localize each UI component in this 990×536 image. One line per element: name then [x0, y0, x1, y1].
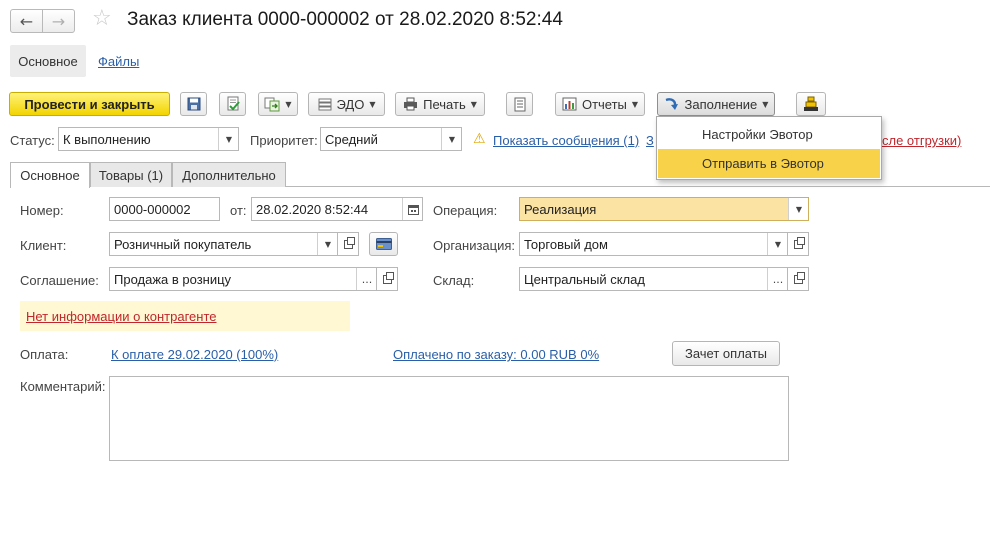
save-icon: [187, 97, 200, 111]
date-input[interactable]: 28.02.2020 8:52:44: [251, 197, 423, 221]
hidden-link-partial[interactable]: З: [646, 133, 654, 148]
edo-label: ЭДО: [336, 96, 365, 112]
warehouse-open-button[interactable]: [787, 267, 809, 291]
fill-dropdown-menu: Настройки Эвотор Отправить в Эвотор: [656, 116, 882, 180]
chevron-down-icon[interactable]: ▼: [788, 198, 808, 220]
edo-button[interactable]: ЭДО ▼: [308, 92, 385, 116]
create-based-on-icon: [264, 97, 280, 112]
fill-label: Заполнение: [684, 96, 758, 112]
organization-value: Торговый дом: [524, 236, 608, 252]
menu-item-evotor-settings[interactable]: Настройки Эвотор: [658, 120, 880, 149]
back-button[interactable]: ←: [10, 9, 43, 33]
agreement-open-button[interactable]: [376, 267, 398, 291]
client-open-button[interactable]: [337, 232, 359, 256]
printer-icon: [404, 97, 418, 111]
agreement-label: Соглашение:: [20, 273, 99, 288]
open-icon: [793, 271, 805, 284]
priority-select[interactable]: Средний ▼: [320, 127, 462, 151]
date-label: от:: [230, 203, 247, 218]
number-value: 0000-000002: [114, 201, 191, 217]
section-main[interactable]: Основное: [10, 45, 86, 77]
priority-label: Приоритет:: [250, 133, 318, 148]
more-dots-icon[interactable]: ...: [356, 268, 376, 290]
tab-additional[interactable]: Дополнительно: [172, 162, 286, 187]
show-messages-link[interactable]: Показать сообщения (1): [493, 133, 639, 148]
organization-open-button[interactable]: [787, 232, 809, 256]
chevron-down-icon: ▼: [369, 99, 376, 109]
agreement-value: Продажа в розницу: [114, 271, 232, 287]
report-chart-icon: [562, 97, 577, 111]
more-dots-icon[interactable]: ...: [767, 268, 787, 290]
list-icon: [514, 97, 525, 111]
payment-offset-button[interactable]: Зачет оплаты: [672, 341, 780, 366]
warehouse-value: Центральный склад: [524, 271, 645, 287]
client-select[interactable]: Розничный покупатель ▼: [109, 232, 338, 256]
warehouse-label: Склад:: [433, 273, 475, 288]
operation-label: Операция:: [433, 203, 498, 218]
operation-select[interactable]: Реализация ▼: [519, 197, 809, 221]
client-value: Розничный покупатель: [114, 236, 252, 252]
calendar-icon[interactable]: [402, 198, 422, 220]
number-label: Номер:: [20, 203, 64, 218]
print-label: Печать: [423, 96, 466, 112]
organization-select[interactable]: Торговый дом ▼: [519, 232, 788, 256]
page-title: Заказ клиента 0000-000002 от 28.02.2020 …: [127, 9, 563, 30]
chevron-down-icon[interactable]: ▼: [218, 128, 238, 150]
chevron-down-icon: ▼: [470, 99, 477, 109]
reports-button[interactable]: Отчеты ▼: [555, 92, 645, 116]
tab-goods[interactable]: Товары (1): [90, 162, 172, 187]
comment-textarea[interactable]: [109, 376, 789, 461]
status-select[interactable]: К выполнению ▼: [58, 127, 239, 151]
status-label: Статус:: [10, 133, 55, 148]
operation-value: Реализация: [524, 201, 597, 217]
shipment-link-partial[interactable]: сле отгрузки): [882, 133, 961, 148]
open-icon: [343, 236, 355, 249]
client-label: Клиент:: [20, 238, 67, 253]
payment-card-button[interactable]: [369, 232, 398, 256]
save-button[interactable]: [180, 92, 207, 116]
chevron-down-icon[interactable]: ▼: [441, 128, 461, 150]
create-based-on-button[interactable]: ▼: [258, 92, 298, 116]
post-button[interactable]: [219, 92, 246, 116]
fill-arrow-icon: [665, 98, 678, 110]
card-icon: [375, 238, 392, 250]
chevron-down-icon[interactable]: ▼: [767, 233, 787, 255]
status-value: К выполнению: [63, 131, 151, 147]
organization-label: Организация:: [433, 238, 516, 253]
favorite-star-icon[interactable]: ☆: [92, 6, 112, 31]
fill-button[interactable]: Заполнение ▼: [657, 92, 775, 116]
print-button[interactable]: Печать ▼: [395, 92, 485, 116]
arrow-right-icon: →: [51, 11, 66, 31]
chevron-down-icon: ▼: [631, 99, 639, 109]
edo-icon: [318, 98, 331, 111]
priority-value: Средний: [325, 131, 378, 147]
menu-item-send-to-evotor[interactable]: Отправить в Эвотор: [658, 149, 880, 178]
chevron-down-icon: ▼: [285, 99, 292, 109]
post-and-close-button[interactable]: Провести и закрыть: [9, 92, 170, 116]
open-icon: [382, 271, 394, 284]
warning-icon: ⚠: [473, 131, 486, 147]
payment-schedule-link[interactable]: К оплате 29.02.2020 (100%): [111, 347, 278, 362]
tab-main[interactable]: Основное: [10, 162, 90, 188]
open-icon: [793, 236, 805, 249]
no-counterparty-info-link[interactable]: Нет информации о контрагенте: [26, 309, 217, 324]
post-document-icon: [227, 96, 240, 111]
counterparty-notice: Нет информации о контрагенте: [20, 301, 350, 331]
paid-by-order-link[interactable]: Оплачено по заказу: 0.00 RUB 0%: [393, 347, 599, 362]
number-input[interactable]: 0000-000002: [109, 197, 220, 221]
chevron-down-icon: ▼: [762, 99, 769, 109]
comment-label: Комментарий:: [20, 379, 106, 394]
forward-button[interactable]: →: [42, 9, 75, 33]
cash-register-icon: [804, 96, 818, 111]
arrow-left-icon: ←: [19, 11, 34, 31]
reports-label: Отчеты: [581, 96, 627, 112]
section-files-link[interactable]: Файлы: [98, 54, 139, 69]
agreement-select[interactable]: Продажа в розницу ...: [109, 267, 377, 291]
evotor-button[interactable]: [796, 92, 826, 116]
warehouse-select[interactable]: Центральный склад ...: [519, 267, 788, 291]
structure-button[interactable]: [506, 92, 533, 116]
payment-label: Оплата:: [20, 347, 69, 362]
date-value: 28.02.2020 8:52:44: [256, 201, 369, 217]
chevron-down-icon[interactable]: ▼: [317, 233, 337, 255]
